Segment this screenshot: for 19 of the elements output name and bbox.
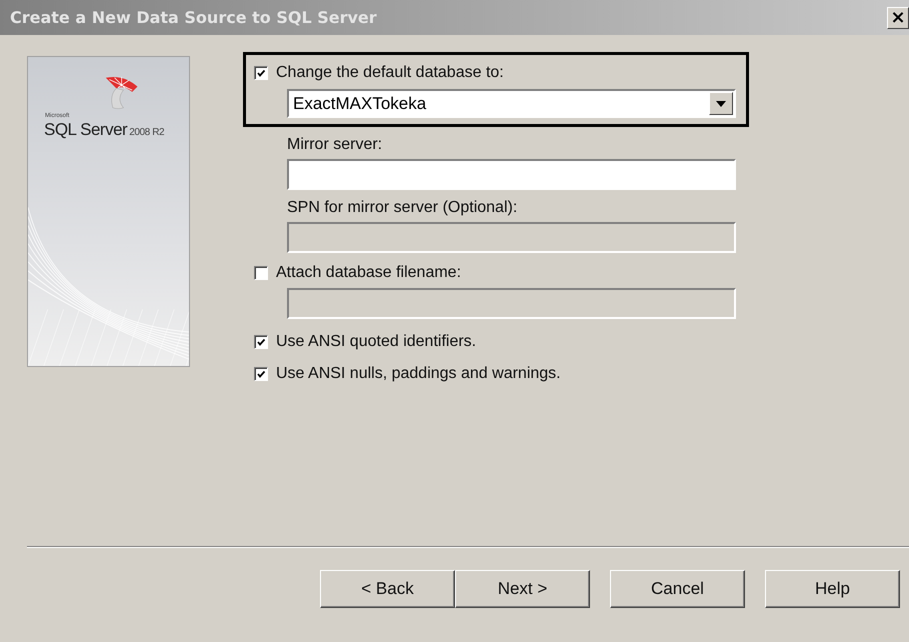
- dialog-button[interactable]: Cancel: [610, 570, 745, 608]
- database-dropdown[interactable]: ExactMAXTokeka: [287, 89, 736, 118]
- checkbox[interactable]: [254, 66, 268, 80]
- window-title: Create a New Data Source to SQL Server: [9, 8, 377, 27]
- checkbox-label: Use ANSI nulls, paddings and warnings.: [276, 365, 561, 383]
- checkbox-label: Change the default database to:: [276, 64, 504, 82]
- mirror-server-field[interactable]: [287, 159, 736, 190]
- checkbox[interactable]: [254, 367, 268, 381]
- checkbox[interactable]: [254, 335, 268, 349]
- checkbox-label: Use ANSI quoted identifiers.: [276, 333, 476, 351]
- dialog-button[interactable]: Help: [765, 570, 900, 608]
- checkbox-label: Attach database filename:: [276, 264, 462, 282]
- product-name: SQL Server: [44, 120, 128, 140]
- version-text: 2008 R2: [129, 127, 164, 138]
- field-label: SPN for mirror server (Optional):: [287, 199, 518, 217]
- dialog-button[interactable]: < Back: [320, 570, 455, 608]
- dialog-button[interactable]: Next >: [455, 570, 590, 608]
- field-label: Mirror server:: [287, 136, 384, 154]
- close-button[interactable]: ×: [887, 6, 909, 28]
